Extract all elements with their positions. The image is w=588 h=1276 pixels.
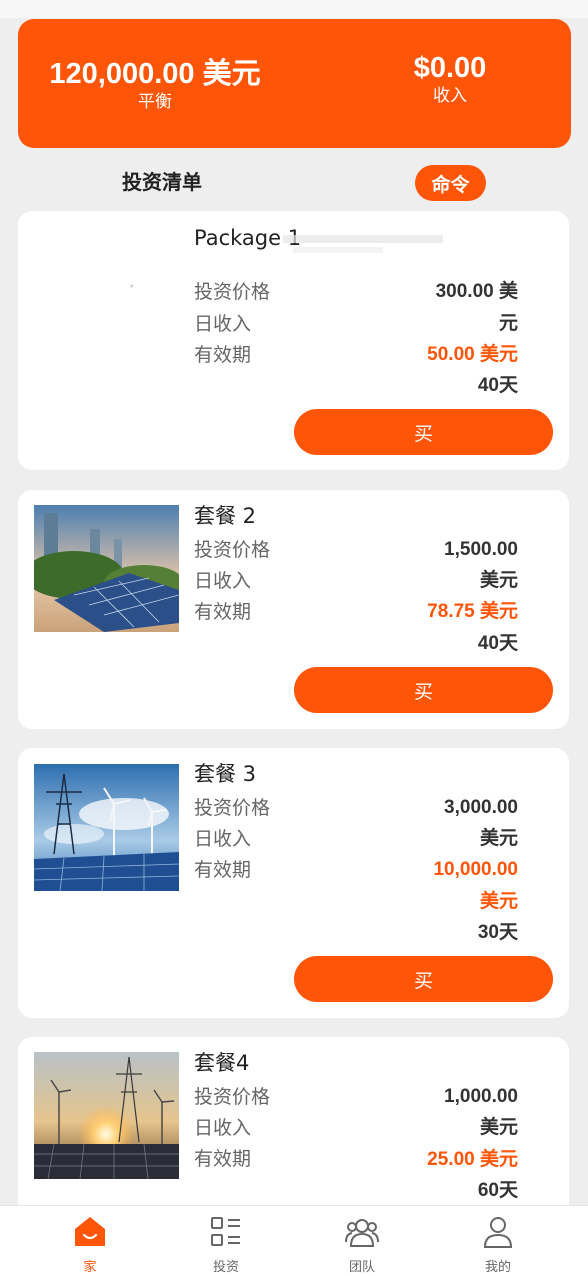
package-card: Package 1 投资价格 日收入 有效期 300.00 美 元 50.00 … [18,211,569,470]
validity-label: 有效期 [194,1148,252,1170]
balance-amount: 120,000.00 美元 [49,58,261,90]
broken-image-icon [130,284,133,288]
daily-income-value: 10,000.00 [433,859,518,880]
income-amount: $0.00 [413,52,487,84]
tab-label: 家 [83,1260,97,1275]
validity-label: 有效期 [194,601,252,623]
package-name: 套餐 3 [194,762,257,786]
validity-label: 有效期 [194,859,252,881]
price-value-unit: 元 [498,313,518,334]
grid-list-icon [211,1217,240,1246]
price-value-unit: 美元 [479,1117,518,1138]
price-label: 投资价格 [194,1086,271,1108]
tab-label: 团队 [348,1260,375,1275]
bottom-tab-bar: 家 投资 团队 我的 [0,1205,588,1276]
sunset-wind-solar-image [34,1052,179,1179]
tab-label: 我的 [484,1260,511,1275]
validity-value: 30天 [477,922,518,943]
daily-income-label: 日收入 [194,1117,252,1139]
user-icon [483,1217,513,1248]
blurred-text-decoration [283,235,443,253]
buy-button[interactable]: 买 [294,409,553,455]
city-solar-panels-image [34,505,179,632]
price-value-unit: 美元 [479,570,518,591]
tab-team[interactable]: 团队 [312,1206,412,1276]
balance-card: 120,000.00 美元 平衡 $0.00 收入 [18,19,571,148]
status-strip [0,0,588,18]
validity-value: 40天 [477,633,518,654]
home-icon [75,1217,105,1246]
validity-label: 有效期 [194,344,252,366]
daily-income-value: 78.75 美元 [427,601,518,622]
price-label: 投资价格 [194,281,271,303]
price-value: 1,500.00 [444,539,518,560]
income-block: $0.00 收入 [368,51,532,107]
validity-value: 60天 [477,1180,518,1201]
price-value: 3,000.00 [444,797,518,818]
command-button[interactable]: 命令 [415,165,486,201]
package-image-blank [34,226,179,353]
daily-income-label: 日收入 [194,313,252,335]
balance-label: 平衡 [138,92,172,112]
daily-income-value: 25.00 美元 [427,1149,518,1170]
package-name: 套餐4 [194,1051,250,1075]
price-value: 1,000.00 [444,1086,518,1107]
balance-block: 120,000.00 美元 平衡 [40,57,270,113]
daily-income-label: 日收入 [194,570,252,592]
tab-label: 投资 [212,1260,239,1275]
income-label: 收入 [433,86,467,106]
validity-value: 40天 [477,375,518,396]
price-label: 投资价格 [194,797,271,819]
team-icon [345,1219,379,1247]
package-card: 套餐 2 投资价格 日收入 有效期 1,500.00 美元 78.75 美元 4… [18,490,569,729]
price-label: 投资价格 [194,539,271,561]
tab-mine[interactable]: 我的 [448,1206,548,1276]
daily-income-unit: 美元 [479,891,518,912]
package-name: 套餐 2 [194,504,257,528]
wind-turbines-power-tower-image [34,764,179,891]
buy-button[interactable]: 买 [294,667,553,713]
price-value: 300.00 美 [435,281,518,302]
buy-button[interactable]: 买 [294,956,553,1002]
tab-invest[interactable]: 投资 [176,1206,276,1276]
daily-income-label: 日收入 [194,828,252,850]
investment-list-title: 投资清单 [122,170,202,194]
tab-home[interactable]: 家 [40,1206,140,1276]
price-value-unit: 美元 [479,828,518,849]
package-card: 套餐 3 投资价格 日收入 有效期 3,000.00 美元 10,000.00 … [18,748,569,1018]
daily-income-value: 50.00 美元 [427,344,518,365]
